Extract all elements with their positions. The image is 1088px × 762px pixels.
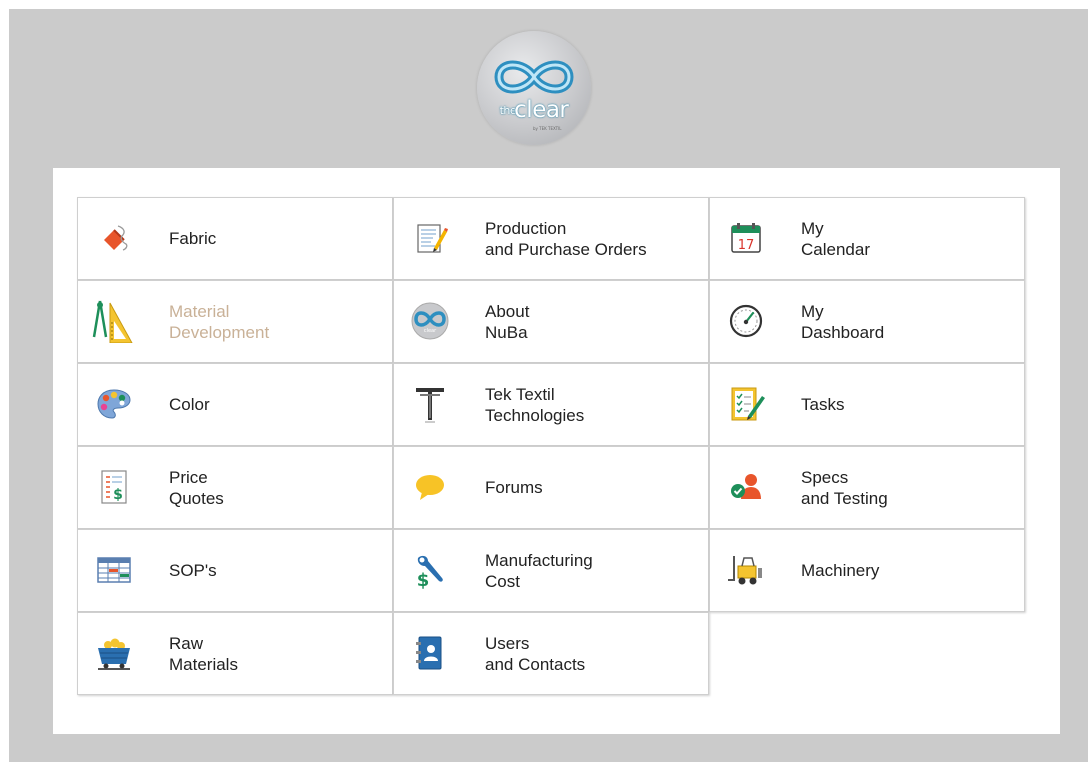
module-tile-fabric[interactable]: Fabric bbox=[77, 197, 393, 280]
tek-textil-logo-icon bbox=[408, 382, 452, 426]
module-tile-price-quotes[interactable]: $ Price Quotes bbox=[77, 446, 393, 529]
svg-text:$: $ bbox=[417, 570, 430, 591]
module-tile-my-dashboard[interactable]: My Dashboard bbox=[709, 280, 1025, 363]
calendar-icon: 17 bbox=[724, 216, 768, 260]
module-tile-tek-textil-technologies[interactable]: Tek Textil Technologies bbox=[393, 363, 709, 446]
module-label: Tasks bbox=[801, 395, 845, 414]
speech-bubble-icon bbox=[408, 465, 452, 509]
modules-grid: Fabric Production and Purchase Orders 17 My… bbox=[77, 197, 1025, 695]
module-tile-specs-and-testing[interactable]: Specs and Testing bbox=[709, 446, 1025, 529]
drafting-tools-icon bbox=[92, 299, 136, 343]
module-tile-material-development[interactable]: Material Development bbox=[77, 280, 393, 363]
module-label: Specs and Testing bbox=[801, 467, 888, 508]
module-label: Machinery bbox=[801, 561, 880, 580]
infinity-logo-icon: clear bbox=[408, 299, 452, 343]
module-tile-users-and-contacts[interactable]: Users and Contacts bbox=[393, 612, 709, 695]
module-tile-my-calendar[interactable]: 17 My Calendar bbox=[709, 197, 1025, 280]
module-label: Manufacturing Cost bbox=[485, 550, 593, 591]
forklift-icon bbox=[724, 548, 768, 592]
module-label: Fabric bbox=[169, 229, 217, 248]
module-label: Users and Contacts bbox=[485, 633, 586, 674]
module-label: Raw Materials bbox=[169, 633, 238, 674]
module-tile-about-nuba[interactable]: clear About NuBa bbox=[393, 280, 709, 363]
wrench-dollar-icon: $ bbox=[408, 548, 452, 592]
module-label: Forums bbox=[485, 478, 543, 497]
the-clear-logo: theclear by TEK TEXTIL bbox=[477, 31, 591, 145]
module-label: Material Development bbox=[169, 301, 270, 342]
module-tile-raw-materials[interactable]: Raw Materials bbox=[77, 612, 393, 695]
user-check-icon bbox=[724, 465, 768, 509]
module-tile-sop-s[interactable]: SOP's bbox=[77, 529, 393, 612]
price-list-icon: $ bbox=[92, 465, 136, 509]
module-tile-machinery[interactable]: Machinery bbox=[709, 529, 1025, 612]
module-tile-color[interactable]: Color bbox=[77, 363, 393, 446]
module-label: My Dashboard bbox=[801, 301, 885, 342]
module-label: Production and Purchase Orders bbox=[485, 218, 647, 259]
fabric-icon bbox=[92, 216, 136, 260]
module-label: About NuBa bbox=[485, 301, 530, 342]
module-label: Color bbox=[169, 395, 210, 414]
svg-text:$: $ bbox=[113, 487, 123, 503]
module-label: Price Quotes bbox=[169, 467, 224, 508]
address-book-icon bbox=[408, 631, 452, 675]
module-tile-forums[interactable]: Forums bbox=[393, 446, 709, 529]
module-label: Tek Textil Technologies bbox=[485, 384, 585, 425]
module-label: My Calendar bbox=[801, 218, 870, 259]
notepad-pencil-icon bbox=[408, 216, 452, 260]
module-tile-tasks[interactable]: Tasks bbox=[709, 363, 1025, 446]
svg-text:clear: clear bbox=[424, 328, 437, 334]
module-tile-production-and-purchase-orders[interactable]: Production and Purchase Orders bbox=[393, 197, 709, 280]
mine-cart-icon bbox=[92, 631, 136, 675]
palette-icon bbox=[92, 382, 136, 426]
checklist-pencil-icon bbox=[724, 382, 768, 426]
spreadsheet-icon bbox=[92, 548, 136, 592]
module-label: SOP's bbox=[169, 561, 217, 580]
svg-text:17: 17 bbox=[738, 238, 755, 253]
speedometer-icon bbox=[724, 299, 768, 343]
module-tile-manufacturing-cost[interactable]: $ Manufacturing Cost bbox=[393, 529, 709, 612]
logo-wordmark: theclear by TEK TEXTIL bbox=[499, 97, 569, 131]
